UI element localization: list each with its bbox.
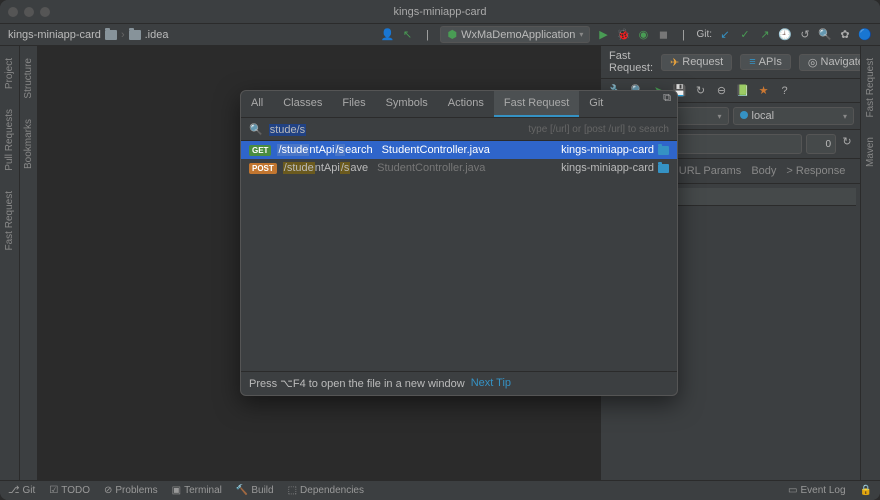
search-input[interactable]: stude/s <box>269 122 523 136</box>
right-tool-gutter: Fast Request Maven <box>860 46 880 480</box>
search-tabs: All Classes Files Symbols Actions Fast R… <box>241 91 677 118</box>
stop-icon[interactable]: ◼ <box>656 28 670 42</box>
status-dependencies[interactable]: ⬚ Dependencies <box>288 485 364 496</box>
separator: | <box>420 28 434 42</box>
star-icon[interactable]: ★ <box>756 83 771 98</box>
search-tab-fast-request[interactable]: Fast Request <box>494 91 579 117</box>
tab-body[interactable]: Body <box>746 163 781 179</box>
http-method-badge: POST <box>249 163 277 174</box>
book-icon[interactable]: 📗 <box>735 83 750 98</box>
tool-structure[interactable]: Structure <box>23 54 34 103</box>
result-path: /studentApi/search <box>277 144 372 156</box>
left-gutter-2: Structure Bookmarks <box>20 46 38 480</box>
coverage-icon[interactable]: ◉ <box>636 28 650 42</box>
rollback-icon[interactable]: ↺ <box>798 28 812 42</box>
retry-count[interactable]: 0 <box>806 134 836 154</box>
search-footer: Press ⌥F4 to open the file in a new wind… <box>241 371 677 395</box>
avatar-icon[interactable]: 🔵 <box>858 28 872 42</box>
settings-icon[interactable]: ✿ <box>838 28 852 42</box>
search-tab-files[interactable]: Files <box>332 91 375 117</box>
titlebar: kings-miniapp-card <box>0 0 880 24</box>
search-hint: type [/url] or [post /url] to search <box>528 124 669 135</box>
git-push-icon[interactable]: ↗ <box>758 28 772 42</box>
search-result-row[interactable]: POST /studentApi/save StudentController.… <box>241 159 677 177</box>
search-icon: 🔍 <box>249 123 263 136</box>
run-configuration-select[interactable]: ⬢WxMaDemoApplication▾ <box>440 26 590 43</box>
left-tool-gutter: Project Pull Requests Fast Request <box>0 46 20 480</box>
search-tab-symbols[interactable]: Symbols <box>376 91 438 117</box>
stop-icon[interactable]: ⊖ <box>714 83 729 98</box>
env-select[interactable]: local▾ <box>733 107 855 125</box>
status-problems[interactable]: ⊘ Problems <box>104 485 158 496</box>
back-icon[interactable]: ↖ <box>400 28 414 42</box>
search-icon[interactable]: 🔍 <box>818 28 832 42</box>
http-method-badge: GET <box>249 145 271 156</box>
tool-maven[interactable]: Maven <box>865 133 876 171</box>
debug-icon[interactable]: 🐞 <box>616 28 630 42</box>
search-result-row[interactable]: GET /studentApi/search StudentController… <box>241 141 677 159</box>
retry-icon[interactable]: ↻ <box>840 134 854 148</box>
run-icon[interactable]: ▶ <box>596 28 610 42</box>
tool-project[interactable]: Project <box>4 54 15 93</box>
status-lock-icon[interactable]: 🔒 <box>860 485 872 496</box>
search-filter-icon[interactable]: ⧉ <box>657 91 677 105</box>
tool-fast-request-right[interactable]: Fast Request <box>865 54 876 121</box>
status-event-log[interactable]: ▭Event Log <box>788 485 846 496</box>
fast-request-label: Fast Request: <box>609 50 653 74</box>
search-tab-actions[interactable]: Actions <box>438 91 494 117</box>
history-icon[interactable]: 🕘 <box>778 28 792 42</box>
tab-response[interactable]: > Response <box>781 163 850 179</box>
folder-icon <box>129 30 141 40</box>
next-tip-link[interactable]: Next Tip <box>471 377 511 390</box>
git-label: Git: <box>696 29 712 40</box>
folder-icon <box>105 30 117 40</box>
search-tab-all[interactable]: All <box>241 91 273 117</box>
status-git[interactable]: ⎇Git <box>8 485 35 496</box>
apis-button[interactable]: ≡APIs <box>740 54 791 70</box>
result-path: /studentApi/save <box>283 162 368 174</box>
status-terminal[interactable]: ▣ Terminal <box>172 485 222 496</box>
status-todo[interactable]: ☑ TODO <box>49 485 90 496</box>
search-tab-git[interactable]: Git <box>579 91 613 117</box>
result-file: StudentController.java <box>382 144 490 156</box>
project-icon <box>658 146 669 155</box>
tab-url-params[interactable]: URL Params <box>674 163 747 179</box>
status-build[interactable]: 🔨 Build <box>236 485 274 496</box>
search-tab-classes[interactable]: Classes <box>273 91 332 117</box>
add-user-icon[interactable]: 👤 <box>380 28 394 42</box>
breadcrumb-folder[interactable]: .idea <box>129 29 169 41</box>
separator: | <box>676 28 690 42</box>
git-update-icon[interactable]: ↙ <box>718 28 732 42</box>
breadcrumb-project[interactable]: kings-miniapp-card <box>8 29 117 41</box>
search-results: GET /studentApi/search StudentController… <box>241 141 677 371</box>
refresh-icon[interactable]: ↻ <box>693 83 708 98</box>
breadcrumb: kings-miniapp-card › .idea 👤 ↖ | ⬢WxMaDe… <box>0 24 880 46</box>
statusbar: ⎇Git ☑ TODO ⊘ Problems ▣ Terminal 🔨 Buil… <box>0 480 880 500</box>
project-icon <box>658 164 669 173</box>
git-commit-icon[interactable]: ✓ <box>738 28 752 42</box>
window-title: kings-miniapp-card <box>394 6 487 18</box>
tool-fast-request[interactable]: Fast Request <box>4 187 15 254</box>
traffic-lights[interactable] <box>8 7 50 17</box>
request-button[interactable]: ✈Request <box>661 54 732 71</box>
tool-pull-requests[interactable]: Pull Requests <box>4 105 15 175</box>
search-everywhere-popup: All Classes Files Symbols Actions Fast R… <box>240 90 678 396</box>
result-file: StudentController.java <box>377 162 485 174</box>
tool-bookmarks[interactable]: Bookmarks <box>23 115 34 173</box>
chevron-right-icon: › <box>121 29 125 41</box>
help-icon[interactable]: ? <box>777 83 792 98</box>
